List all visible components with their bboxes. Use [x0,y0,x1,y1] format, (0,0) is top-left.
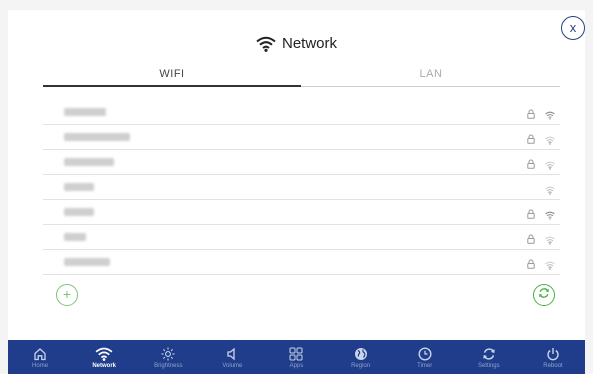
speaker-icon [225,347,239,361]
tab-wifi[interactable]: WIFI [43,68,301,80]
clock-icon [418,346,432,361]
network-ssid-redacted [64,183,94,191]
nav-label: Brightness [154,362,183,369]
nav-label: Volume [222,362,243,369]
wifi-network-row[interactable] [43,250,560,275]
tab-lan[interactable]: LAN [302,68,560,80]
lock-icon [527,156,535,174]
nav-label: Reboot [543,362,563,369]
wifi-network-row[interactable] [43,200,560,225]
wifi-signal-weak-icon [545,232,555,250]
nav-label: Network [92,362,116,369]
nav-label: Apps [289,362,304,369]
network-ssid-redacted [64,158,114,166]
network-tabs: WIFI LAN [43,68,560,88]
active-tab-indicator [43,85,301,87]
network-ssid-redacted [64,133,130,141]
wifi-signal-weak-icon [545,157,555,175]
wifi-signal-strong-icon [545,107,555,125]
lock-icon [527,206,535,224]
dialog-header: Network [8,35,585,52]
nav-item-timer[interactable]: Timer [393,340,457,374]
wifi-signal-strong-icon [545,207,555,225]
wifi-network-row[interactable] [43,125,560,150]
wifi-network-list [43,100,560,275]
network-ssid-redacted [64,108,106,116]
nav-item-network[interactable]: Network [72,340,136,374]
home-icon [33,347,47,361]
lock-icon [527,231,535,249]
lock-icon [527,106,535,124]
add-network-button[interactable]: + [56,284,78,306]
wifi-network-row[interactable] [43,150,560,175]
nav-item-reboot[interactable]: Reboot [521,340,585,374]
nav-item-settings[interactable]: Settings [457,340,521,374]
nav-label: Region [351,362,371,369]
tab-divider [301,86,560,87]
wifi-signal-weak-icon [545,257,555,275]
nav-label: Settings [477,362,500,369]
lock-icon [527,256,535,274]
globe-icon [354,347,368,361]
network-ssid-redacted [64,258,110,266]
network-dialog: x Network WIFI LAN + [8,10,585,340]
refresh-icon [482,347,496,361]
power-icon [546,347,560,361]
wifi-network-row[interactable] [43,100,560,125]
nav-item-home[interactable]: Home [8,340,72,374]
bottom-navigation-bar: Home Network Brightness Volume Apps Region Tim… [8,340,585,374]
refresh-icon [538,286,550,304]
nav-label: Timer [417,362,433,369]
wifi-signal-weak-icon [545,132,555,150]
nav-item-brightness[interactable]: Brightness [136,340,200,374]
wifi-network-row[interactable] [43,225,560,250]
wifi-icon [95,347,113,361]
wifi-signal-weak-icon [545,182,555,200]
refresh-networks-button[interactable] [533,284,555,306]
page-title: Network [281,35,337,52]
network-ssid-redacted [64,208,94,216]
wifi-network-row[interactable] [43,175,560,200]
nav-item-volume[interactable]: Volume [200,340,264,374]
wifi-icon [256,36,276,52]
nav-item-region[interactable]: Region [329,340,393,374]
nav-item-apps[interactable]: Apps [264,340,328,374]
apps-grid-icon [289,347,303,361]
lock-icon [527,131,535,149]
sun-icon [161,347,175,361]
nav-label: Home [32,362,49,369]
network-ssid-redacted [64,233,86,241]
